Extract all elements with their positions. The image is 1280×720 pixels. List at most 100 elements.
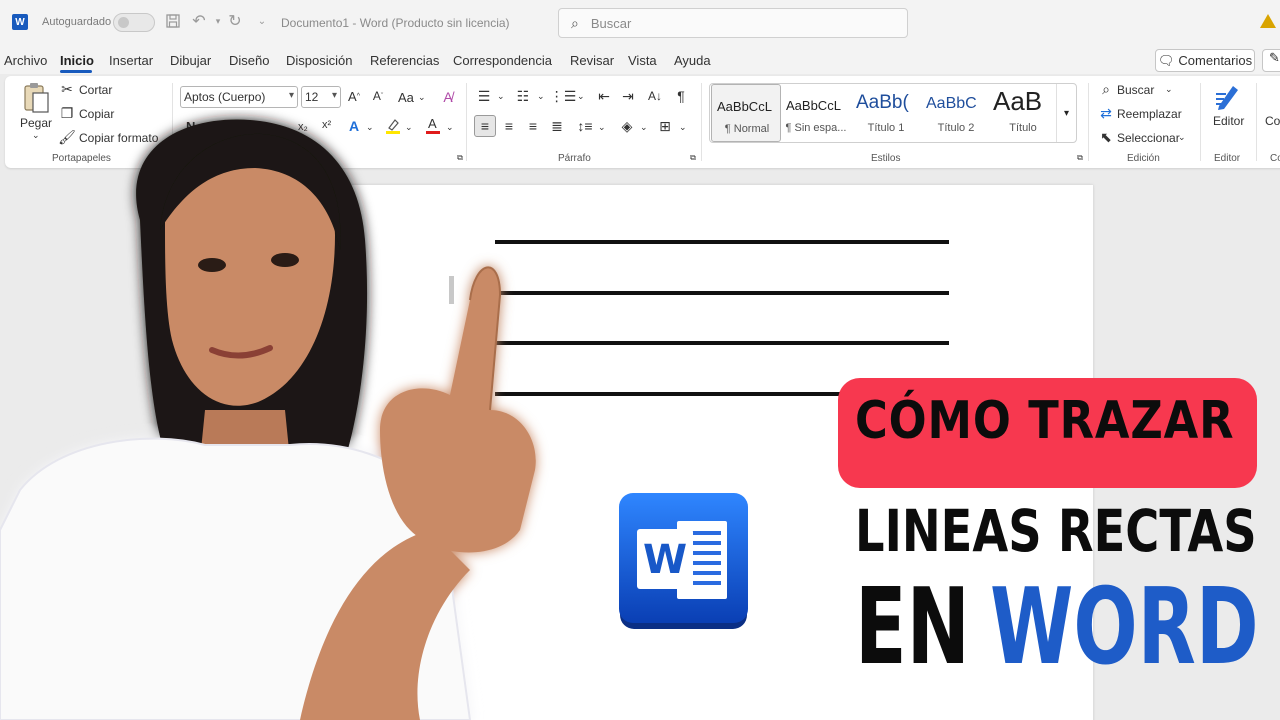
ribbon-separator [1088,83,1089,161]
chevron-down-icon[interactable]: ⌄ [418,92,426,103]
chevron-down-icon[interactable]: ⌄ [1178,132,1186,143]
style-sample: AaBbC [926,95,977,112]
style-sample: AaBb( [856,92,909,113]
style-name: Título 2 [937,122,975,134]
style-normal[interactable]: AaBbCcL ¶ Normal [711,84,781,142]
headline-line-3-en: EN [855,566,970,688]
presenter-photo [0,119,536,720]
chevron-down-icon[interactable]: ⌄ [640,122,648,133]
ribbon-separator [1256,83,1257,161]
chevron-down-icon[interactable]: ⌄ [679,122,687,133]
drawn-line-3[interactable] [495,341,949,345]
style-title[interactable]: AaB Título [988,84,1058,142]
style-sample: AaBbCcL [717,99,772,114]
save-icon[interactable] [164,12,182,30]
headline-line-1: CÓMO TRAZAR [855,391,1235,451]
chevron-down-icon[interactable]: ⌄ [537,91,545,102]
select-cursor-icon: ⬉ [1100,128,1112,145]
style-name: ¶ Sin espa... [785,122,847,134]
drawn-line-2[interactable] [495,291,949,295]
editing-mode-button[interactable]: ✎ [1262,49,1280,72]
grow-font-icon[interactable]: A ^ [346,88,362,104]
style-name: ¶ Normal [724,123,770,135]
word-logo-icon: W [619,493,748,629]
replace-icon: ⇄ [1100,104,1112,121]
tab-referencias[interactable]: Referencias [370,53,439,68]
find-button[interactable]: Buscar [1117,83,1154,97]
chevron-down-icon[interactable]: ⌄ [1165,84,1173,95]
tab-inicio[interactable]: Inicio [60,53,94,68]
style-heading-2[interactable]: AaBbC Título 2 [921,84,991,142]
shrink-font-icon[interactable]: Aˇ [370,88,386,104]
ribbon-separator [701,83,702,161]
chevron-down-icon[interactable]: ⌄ [598,122,606,133]
autosave-label: Autoguardado [42,16,112,28]
replace-button[interactable]: Reemplazar [1117,107,1182,121]
style-no-spacing[interactable]: AaBbCcL ¶ Sin espa... [781,84,851,142]
clear-formatting-icon[interactable]: A̸ [439,88,457,106]
tab-ayuda[interactable]: Ayuda [674,53,711,68]
numbering-icon[interactable]: ☷ [514,87,532,105]
search-icon: ⌕ [571,14,579,31]
style-name: Título [1009,122,1037,134]
scissors-icon: ✂ [61,80,73,97]
document-title: Documento1 - Word (Producto sin licencia… [281,16,510,30]
tab-archivo[interactable]: Archivo [4,53,47,68]
line-spacing-icon[interactable]: ↕≡ [576,117,594,135]
warning-icon[interactable] [1260,14,1276,28]
decrease-indent-icon[interactable]: ⇤ [595,87,613,105]
font-size-value: 12 [305,90,319,104]
tab-dibujar[interactable]: Dibujar [170,53,211,68]
styles-launcher-icon[interactable]: ⧉ [1075,153,1085,163]
shading-icon[interactable]: ◈ [618,117,636,135]
pencil-icon: ✎ [1269,50,1280,65]
comments-button[interactable]: 🗨 Comentarios [1155,49,1255,72]
find-icon: ⌕ [1102,80,1110,97]
styles-more-button[interactable]: ▾ [1056,84,1076,142]
bullets-icon[interactable]: ☰ [475,87,493,105]
tab-insertar[interactable]: Insertar [109,53,153,68]
pilcrow-icon[interactable]: ¶ [673,87,689,105]
sort-icon[interactable]: A↓ [646,87,664,105]
cut-button[interactable]: Cortar [79,83,112,97]
font-name-select[interactable]: Aptos (Cuerpo) ▾ [180,86,298,108]
ribbon-separator [1200,83,1201,161]
undo-icon[interactable]: ↶ [190,12,208,30]
editor-pen-icon[interactable] [1213,82,1243,112]
styles-group-label: Estilos [871,153,901,164]
select-button[interactable]: Seleccionar [1117,131,1180,145]
title-bar: W Autoguardado ↶ ▾ ↻ ⌄ Documento1 - Word… [0,0,1280,44]
chevron-down-icon[interactable]: ⌄ [577,91,585,102]
copilot-button-cut[interactable]: Co [1265,114,1280,128]
chevron-down-icon: ▾ [1063,107,1070,119]
font-size-select[interactable]: 12 ▾ [301,86,341,108]
font-name-value: Aptos (Cuerpo) [184,90,266,104]
tab-disposicion[interactable]: Disposición [286,53,352,68]
paragraph-launcher-icon[interactable]: ⧉ [688,153,698,163]
undo-dropdown-icon[interactable]: ▾ [209,12,227,30]
active-tab-indicator [60,70,92,73]
tab-diseno[interactable]: Diseño [229,53,269,68]
style-sample: AaBbCcL [786,98,841,113]
tab-correspondencia[interactable]: Correspondencia [453,53,552,68]
style-heading-1[interactable]: AaBb( Título 1 [851,84,921,142]
borders-icon[interactable]: ⊞ [656,117,674,135]
editor-group-label: Editor [1214,153,1241,164]
redo-icon[interactable]: ↻ [226,12,244,30]
tab-revisar[interactable]: Revisar [570,53,614,68]
increase-indent-icon[interactable]: ⇥ [619,87,637,105]
editing-group-label: Edición [1127,153,1160,164]
change-case-button[interactable]: Aa [398,90,414,105]
multilevel-list-icon[interactable]: ⋮☰ [550,87,577,105]
editor-button[interactable]: Editor [1213,114,1244,128]
drawn-line-1[interactable] [495,240,949,244]
tab-vista[interactable]: Vista [628,53,657,68]
autosave-toggle[interactable] [113,13,155,32]
search-input[interactable]: ⌕ Buscar [558,8,908,38]
search-placeholder: Buscar [590,15,632,31]
quick-access-dropdown-icon[interactable]: ⌄ [253,12,271,30]
chevron-down-icon: ▾ [288,90,294,101]
comment-icon: 🗨 [1157,52,1175,68]
chevron-down-icon[interactable]: ⌄ [497,91,505,102]
menu-bar: Archivo Inicio Insertar Dibujar Diseño D… [0,44,1280,74]
